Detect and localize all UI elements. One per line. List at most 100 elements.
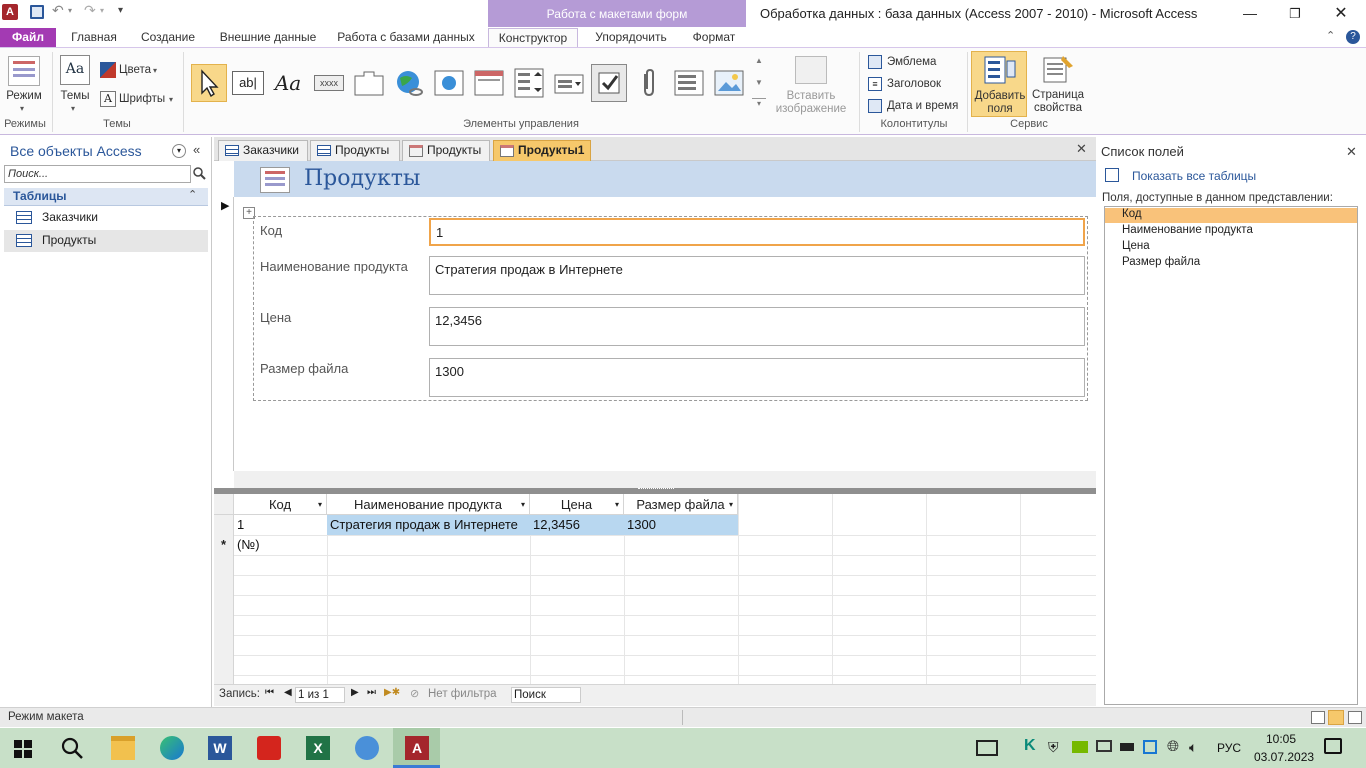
colors-icon[interactable] <box>100 62 116 78</box>
form-title[interactable]: Продукты <box>304 166 420 191</box>
property-sheet-button[interactable]: Страница свойства <box>1030 51 1086 117</box>
button-control-button[interactable]: xxxx <box>311 64 347 102</box>
tab-file[interactable]: Файл <box>0 28 56 48</box>
select-tool-button[interactable] <box>191 64 227 102</box>
title-icon[interactable]: ≡ <box>868 77 882 91</box>
tray-k-icon[interactable]: K <box>1024 737 1036 755</box>
mode-view-button[interactable]: Режим <box>2 90 46 103</box>
word-icon[interactable]: W <box>208 736 232 760</box>
file-explorer-icon[interactable] <box>111 736 135 760</box>
list-box-button[interactable] <box>671 64 707 102</box>
field-list-item-id[interactable]: Код <box>1105 208 1357 223</box>
add-fields-button[interactable]: Добавить поля <box>971 51 1027 117</box>
mode-dropdown-icon[interactable]: ▾ <box>20 104 24 113</box>
title-button[interactable]: Заголовок <box>887 78 941 91</box>
attachment-control-button[interactable] <box>631 64 667 102</box>
mode-view-icon[interactable] <box>8 56 40 86</box>
tray-news-icon[interactable] <box>976 740 998 756</box>
cell-price[interactable]: 12,3456 <box>530 515 624 535</box>
record-search-input[interactable]: Поиск <box>511 687 581 703</box>
column-dropdown-icon[interactable]: ▾ <box>729 494 733 515</box>
help-icon[interactable]: ? <box>1346 30 1360 44</box>
field-input-id[interactable]: 1 <box>429 218 1085 246</box>
network-app-icon[interactable] <box>355 736 379 760</box>
acrobat-icon[interactable] <box>257 736 281 760</box>
restore-button[interactable]: ❐ <box>1282 2 1308 28</box>
layout-view-icon[interactable] <box>1328 710 1344 725</box>
search-icon[interactable] <box>192 166 206 183</box>
filter-icon[interactable]: ⊘ <box>410 687 419 700</box>
tab-design[interactable]: Конструктор <box>488 28 578 49</box>
tab-control-button[interactable] <box>351 64 387 102</box>
image-control-button[interactable] <box>711 64 747 102</box>
checkbox-control-button[interactable] <box>591 64 627 102</box>
tab-home[interactable]: Главная <box>62 28 126 48</box>
option-group-button[interactable] <box>511 64 547 102</box>
gallery-scroll-up-icon[interactable]: ▲ <box>752 56 766 70</box>
nav-header[interactable]: Все объекты Access <box>10 143 142 159</box>
gallery-scroll-down-icon[interactable]: ▼ <box>752 78 766 92</box>
themes-button[interactable]: Темы <box>56 90 94 103</box>
close-button[interactable]: ✕ <box>1328 0 1354 28</box>
save-icon[interactable] <box>30 5 44 19</box>
tray-volume-icon[interactable]: 🔈︎ <box>1189 739 1197 756</box>
first-record-icon[interactable]: ⏮ <box>265 687 274 698</box>
tab-arrange[interactable]: Упорядочить <box>586 28 676 48</box>
field-input-file-size[interactable]: 1300 <box>429 358 1085 397</box>
logo-button[interactable]: Эмблема <box>887 56 936 69</box>
access-app-icon[interactable]: A <box>2 4 18 20</box>
language-indicator[interactable]: РУС <box>1217 741 1241 755</box>
doc-tab-products-form[interactable]: Продукты <box>402 140 490 161</box>
redo-icon[interactable]: ↷ <box>84 2 96 19</box>
clock-date[interactable]: 03.07.2023 <box>1254 750 1314 764</box>
form-view-icon[interactable] <box>1311 711 1325 724</box>
cell-file-size[interactable]: 1300 <box>624 515 738 535</box>
navigation-control-button[interactable] <box>471 64 507 102</box>
doc-tab-products-table[interactable]: Продукты <box>310 140 400 161</box>
start-windows-icon[interactable] <box>14 740 32 758</box>
nav-search-input[interactable]: Поиск... <box>4 165 191 183</box>
record-selector-bar[interactable]: ▶ <box>214 197 234 471</box>
doc-tab-products1[interactable]: Продукты1 <box>493 140 591 161</box>
tray-nvidia-icon[interactable] <box>1072 741 1088 753</box>
fonts-icon[interactable]: A <box>100 91 116 107</box>
hyperlink-control-button[interactable] <box>391 64 427 102</box>
field-list-item-product-name[interactable]: Наименование продукта <box>1105 224 1357 239</box>
tray-monitor-icon[interactable] <box>1096 740 1112 752</box>
excel-icon[interactable]: X <box>306 736 330 760</box>
fonts-button[interactable]: Шрифты <box>119 93 165 106</box>
filter-status[interactable]: Нет фильтра <box>428 688 497 700</box>
form-logo-icon[interactable] <box>260 167 290 193</box>
column-dropdown-icon[interactable]: ▾ <box>615 494 619 515</box>
record-position-input[interactable]: 1 из 1 <box>295 687 345 703</box>
tab-format[interactable]: Формат <box>684 28 744 48</box>
nav-collapse-icon[interactable]: « <box>193 142 200 157</box>
web-browser-control-button[interactable] <box>431 64 467 102</box>
column-dropdown-icon[interactable]: ▾ <box>521 494 525 515</box>
tray-app-icon[interactable] <box>1143 740 1157 754</box>
combo-box-button[interactable] <box>551 64 587 102</box>
select-all-corner[interactable] <box>214 494 234 515</box>
field-list-item-file-size[interactable]: Размер файла <box>1105 256 1357 271</box>
taskbar-search-icon[interactable] <box>60 736 84 763</box>
section-collapse-icon[interactable]: ⌃ <box>188 188 197 201</box>
tray-network-icon[interactable]: 🌐︎ <box>1167 738 1179 755</box>
colors-button[interactable]: Цвета <box>119 64 151 77</box>
table-row[interactable]: 1 Стратегия продаж в Интернете 12,3456 1… <box>214 515 738 535</box>
column-header-price[interactable]: Цена ▾ <box>530 494 624 515</box>
nav-item-products[interactable]: Продукты <box>4 230 208 252</box>
collapse-ribbon-icon[interactable]: ⌃ <box>1326 29 1335 42</box>
undo-dropdown-icon[interactable]: ▾ <box>68 6 72 15</box>
prev-record-icon[interactable]: ◀ <box>284 687 292 698</box>
cell-product-name[interactable]: Стратегия продаж в Интернете <box>327 515 530 535</box>
themes-icon[interactable]: Aa <box>60 55 90 85</box>
column-header-file-size[interactable]: Размер файла ▾ <box>624 494 738 515</box>
customize-qat-icon[interactable]: ▾ <box>118 5 123 16</box>
nav-section-tables[interactable]: Таблицы ⌃ <box>4 188 208 206</box>
tray-battery-icon[interactable] <box>1120 743 1134 751</box>
themes-dropdown-icon[interactable]: ▾ <box>71 104 75 113</box>
undo-icon[interactable]: ↶ <box>52 2 64 19</box>
field-list-item-price[interactable]: Цена <box>1105 240 1357 255</box>
minimize-button[interactable]: — <box>1236 0 1264 28</box>
datetime-button[interactable]: Дата и время <box>887 100 958 113</box>
